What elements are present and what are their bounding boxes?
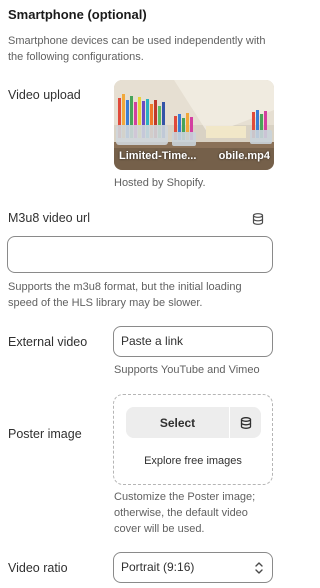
video-upload-label: Video upload [8, 88, 81, 102]
video-file-name-end: obile.mp4 [218, 150, 270, 162]
video-thumbnail[interactable]: Limited-Time... obile.mp4 [114, 80, 274, 170]
database-icon[interactable] [251, 212, 265, 226]
poster-dropzone[interactable]: Select Explore free images [113, 394, 273, 485]
video-ratio-value: Portrait (9:16) [121, 560, 195, 574]
video-file-name-start: Limited-Time... [119, 150, 197, 162]
m3u8-help: Supports the m3u8 format, but the initia… [8, 281, 242, 309]
poster-help: Customize the Poster image; otherwise, t… [114, 491, 256, 535]
video-file-name: Limited-Time... obile.mp4 [119, 150, 270, 162]
poster-select-group: Select [126, 407, 261, 438]
hosted-note: Hosted by Shopify. [114, 177, 206, 189]
video-ratio-select[interactable]: Portrait (9:16) [113, 552, 273, 583]
database-icon [240, 416, 251, 429]
external-video-label: External video [8, 335, 88, 349]
chevron-up-down-icon [255, 562, 263, 574]
external-video-input[interactable]: Paste a link [113, 326, 273, 357]
poster-select-button[interactable]: Select [126, 407, 229, 438]
section-description: Smartphone devices can be used independe… [8, 35, 266, 63]
m3u8-label: M3u8 video url [8, 211, 90, 225]
poster-database-button[interactable] [230, 407, 261, 438]
poster-image-label: Poster image [8, 427, 82, 441]
video-ratio-label: Video ratio [8, 561, 68, 575]
section-title: Smartphone (optional) [8, 7, 147, 22]
explore-free-images-link[interactable]: Explore free images [114, 455, 272, 467]
m3u8-url-input[interactable] [7, 236, 273, 273]
external-video-help: Supports YouTube and Vimeo [114, 364, 260, 376]
